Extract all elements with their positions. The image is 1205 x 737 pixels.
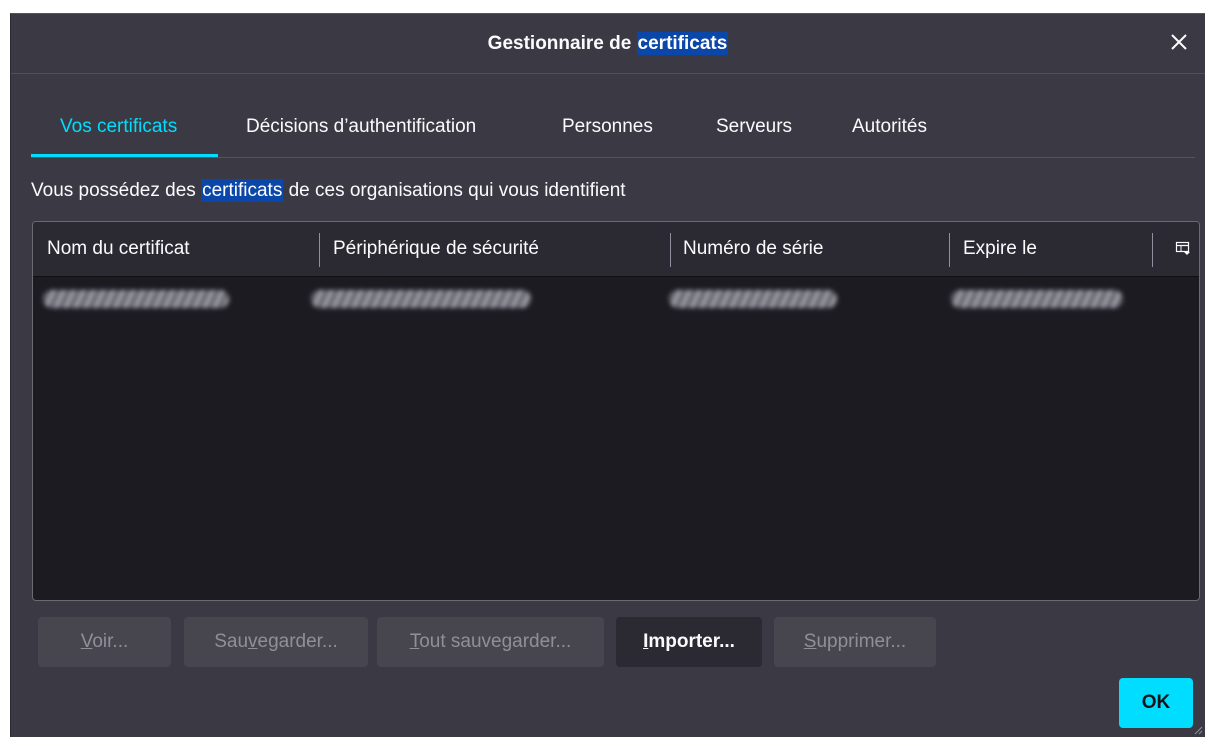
column-separator[interactable] <box>319 233 320 267</box>
tab-people[interactable]: Personnes <box>562 116 653 156</box>
import-button[interactable]: Importer... <box>616 617 762 667</box>
tab-servers[interactable]: Serveurs <box>716 116 792 156</box>
tab-authorities[interactable]: Autorités <box>852 116 927 156</box>
tab-authentication-decisions[interactable]: Décisions d’authentification <box>246 116 476 156</box>
backup-all-button[interactable]: Tout sauvegarder... <box>377 617 604 667</box>
intro-prefix: Vous possédez des <box>31 180 202 201</box>
close-icon <box>1171 34 1187 50</box>
column-picker-icon[interactable] <box>1175 240 1191 256</box>
dialog-title-highlight: certificats <box>636 31 729 55</box>
view-accel: V <box>80 631 93 652</box>
column-separator[interactable] <box>949 233 950 267</box>
intro-suffix: de ces organisations qui vous identifien… <box>283 180 626 201</box>
close-button[interactable] <box>1167 30 1191 54</box>
table-row[interactable] <box>33 276 1199 332</box>
delete-accel: S <box>803 631 817 652</box>
column-header-name[interactable]: Nom du certificat <box>47 222 190 276</box>
column-header-device[interactable]: Périphérique de sécurité <box>333 222 539 276</box>
delete-label: upprimer... <box>816 631 907 652</box>
tab-strip: Vos certificats Décisions d’authentifica… <box>31 110 1195 158</box>
certificate-manager-dialog: Gestionnaire de certificats Vos certific… <box>10 13 1205 737</box>
view-button[interactable]: Voir... <box>38 617 171 667</box>
background-window-edge <box>0 0 10 737</box>
tab-your-certificates[interactable]: Vos certificats <box>60 116 177 156</box>
dialog-title: Gestionnaire de certificats <box>487 31 729 55</box>
selected-tab-indicator <box>31 154 218 157</box>
column-header-expires[interactable]: Expire le <box>963 222 1037 276</box>
table-header: Nom du certificat Périphérique de sécuri… <box>33 222 1199 277</box>
redacted-expiry-date <box>951 290 1123 308</box>
column-separator[interactable] <box>1152 233 1153 267</box>
backup-accel: v <box>248 631 258 652</box>
dialog-titlebar: Gestionnaire de certificats <box>11 14 1205 74</box>
backup-button[interactable]: Sauvegarder... <box>184 617 368 667</box>
backup-all-accel: T <box>409 631 420 652</box>
backup-label-post: egarder... <box>257 631 338 652</box>
backup-all-label: out sauvegarder... <box>419 631 572 652</box>
column-separator[interactable] <box>670 233 671 267</box>
intro-text: Vous possédez des certificats de ces org… <box>31 179 626 202</box>
ok-button[interactable]: OK <box>1119 678 1193 728</box>
certificates-table[interactable]: Nom du certificat Périphérique de sécuri… <box>32 221 1200 601</box>
intro-highlight: certificats <box>201 179 284 202</box>
dialog-title-prefix: Gestionnaire de <box>487 32 637 54</box>
delete-button[interactable]: Supprimer... <box>774 617 936 667</box>
view-label: oir... <box>92 631 129 652</box>
import-label: mporter... <box>648 631 735 652</box>
column-header-serial[interactable]: Numéro de série <box>683 222 823 276</box>
resize-grip-icon[interactable] <box>1193 725 1203 735</box>
redacted-serial-number <box>669 290 837 308</box>
redacted-certificate-name <box>43 290 229 308</box>
redacted-security-device <box>311 290 531 308</box>
backup-label-pre: Sau <box>214 631 249 652</box>
